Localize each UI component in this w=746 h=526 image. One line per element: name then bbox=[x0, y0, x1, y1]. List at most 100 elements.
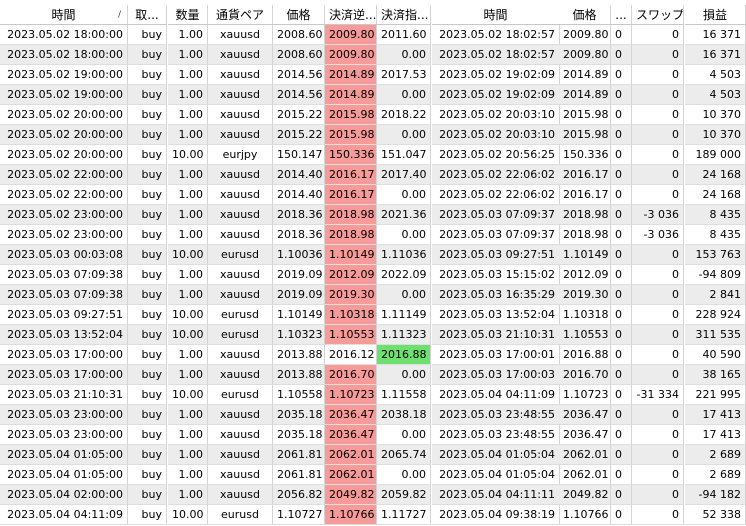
cell-symbol: eurusd bbox=[208, 245, 273, 265]
cell-volume: 1.00 bbox=[168, 185, 208, 205]
cell-volume: 1.00 bbox=[168, 485, 208, 505]
table-row[interactable]: 2023.05.02 20:00:00 buy 10.00 eurjpy 150.147… bbox=[0, 145, 746, 165]
cell-symbol: eurusd bbox=[208, 385, 273, 405]
column-header-tp[interactable]: 決済指... bbox=[377, 5, 431, 25]
cell-close-price: 2049.82 bbox=[559, 485, 611, 505]
table-row[interactable]: 2023.05.03 17:00:00 buy 1.00 xauusd 2013.88 2… bbox=[0, 345, 746, 365]
cell-time: 2023.05.04 02:00:00 bbox=[0, 485, 128, 505]
cell-sl: 2049.82 bbox=[325, 485, 377, 505]
cell-time: 2023.05.02 22:00:00 bbox=[0, 165, 128, 185]
cell-tp: 2038.18 bbox=[377, 405, 431, 425]
cell-close-price: 2014.89 bbox=[559, 85, 611, 105]
cell-sl: 2015.98 bbox=[325, 125, 377, 145]
cell-close-time: 2023.05.03 15:15:02 bbox=[432, 265, 560, 285]
cell-price: 2019.09 bbox=[273, 265, 325, 285]
table-row[interactable]: 2023.05.04 02:00:00 buy 1.00 xauusd 2056.82 2… bbox=[0, 485, 746, 505]
cell-tp: 0.00 bbox=[377, 225, 431, 245]
table-row[interactable]: 2023.05.03 23:00:00 buy 1.00 xauusd 2035.18 2… bbox=[0, 405, 746, 425]
cell-sl: 2009.80 bbox=[325, 25, 377, 45]
cell-tp: 1.11558 bbox=[377, 385, 431, 405]
cell-sl: 2016.70 bbox=[325, 365, 377, 385]
cell-close-time: 2023.05.02 18:02:57 bbox=[432, 25, 560, 45]
cell-type: buy bbox=[128, 305, 167, 325]
cell-close-time: 2023.05.02 20:03:10 bbox=[432, 105, 560, 125]
cell-time: 2023.05.03 23:00:00 bbox=[0, 405, 128, 425]
cell-close-price: 2036.47 bbox=[559, 405, 611, 425]
table-row[interactable]: 2023.05.03 07:09:38 buy 1.00 xauusd 2019.09 2… bbox=[0, 265, 746, 285]
cell-swap: -3 036 bbox=[632, 225, 684, 245]
cell-price: 2015.22 bbox=[273, 125, 325, 145]
table-row[interactable]: 2023.05.02 22:00:00 buy 1.00 xauusd 2014.40 2… bbox=[0, 165, 746, 185]
column-header-sl[interactable]: 決済逆... bbox=[325, 5, 377, 25]
column-header-time[interactable]: 時間 / bbox=[0, 5, 128, 25]
table-row[interactable]: 2023.05.03 13:52:04 buy 10.00 eurusd 1.10323… bbox=[0, 325, 746, 345]
cell-price: 1.10036 bbox=[273, 245, 325, 265]
cell-commission: 0 bbox=[611, 85, 632, 105]
cell-price: 2014.40 bbox=[273, 185, 325, 205]
cell-commission: 0 bbox=[611, 25, 632, 45]
table-row[interactable]: 2023.05.02 18:00:00 buy 1.00 xauusd 2008.60 2… bbox=[0, 25, 746, 45]
table-row[interactable]: 2023.05.02 19:00:00 buy 1.00 xauusd 2014.56 2… bbox=[0, 85, 746, 105]
cell-sl: 2016.17 bbox=[325, 185, 377, 205]
table-row[interactable]: 2023.05.03 17:00:00 buy 1.00 xauusd 2013.88 2… bbox=[0, 365, 746, 385]
cell-symbol: eurjpy bbox=[208, 145, 273, 165]
cell-close-price: 2016.17 bbox=[559, 165, 611, 185]
cell-time: 2023.05.03 23:00:00 bbox=[0, 425, 128, 445]
cell-volume: 10.00 bbox=[168, 245, 208, 265]
cell-profit: 4 503 bbox=[685, 65, 746, 85]
table-row[interactable]: 2023.05.03 07:09:38 buy 1.00 xauusd 2019.09 2… bbox=[0, 285, 746, 305]
cell-tp: 0.00 bbox=[377, 185, 431, 205]
cell-swap: 0 bbox=[632, 65, 684, 85]
cell-swap: 0 bbox=[632, 365, 684, 385]
table-row[interactable]: 2023.05.04 01:05:00 buy 1.00 xauusd 2061.81 2… bbox=[0, 465, 746, 485]
column-header-volume[interactable]: 数量 bbox=[168, 5, 208, 25]
cell-commission: 0 bbox=[611, 445, 632, 465]
column-header-price[interactable]: 価格 bbox=[273, 5, 325, 25]
column-header-profit[interactable]: 損益 bbox=[685, 5, 746, 25]
table-row[interactable]: 2023.05.02 18:00:00 buy 1.00 xauusd 2008.60 2… bbox=[0, 45, 746, 65]
cell-price: 1.10149 bbox=[273, 305, 325, 325]
cell-symbol: xauusd bbox=[208, 365, 273, 385]
column-header-swap[interactable]: スワップ bbox=[632, 5, 684, 25]
table-row[interactable]: 2023.05.04 01:05:00 buy 1.00 xauusd 2061.81 2… bbox=[0, 445, 746, 465]
table-row[interactable]: 2023.05.03 00:03:08 buy 10.00 eurusd 1.10036… bbox=[0, 245, 746, 265]
cell-symbol: xauusd bbox=[208, 165, 273, 185]
column-header-symbol[interactable]: 通貨ペア bbox=[208, 5, 273, 25]
table-row[interactable]: 2023.05.02 20:00:00 buy 1.00 xauusd 2015.22 2… bbox=[0, 105, 746, 125]
cell-profit: 52 338 bbox=[685, 505, 746, 525]
cell-sl: 2012.09 bbox=[325, 265, 377, 285]
cell-tp: 1.11727 bbox=[377, 505, 431, 525]
table-row[interactable]: 2023.05.02 23:00:00 buy 1.00 xauusd 2018.36 2… bbox=[0, 205, 746, 225]
table-row[interactable]: 2023.05.02 23:00:00 buy 1.00 xauusd 2018.36 2… bbox=[0, 225, 746, 245]
column-header-label: 時間 bbox=[51, 8, 76, 22]
table-row[interactable]: 2023.05.02 20:00:00 buy 1.00 xauusd 2015.22 2… bbox=[0, 125, 746, 145]
column-header-type[interactable]: 取... bbox=[128, 5, 167, 25]
cell-type: buy bbox=[128, 145, 167, 165]
cell-symbol: eurusd bbox=[208, 505, 273, 525]
cell-symbol: xauusd bbox=[208, 25, 273, 45]
cell-profit: 2 841 bbox=[685, 285, 746, 305]
cell-commission: 0 bbox=[611, 265, 632, 285]
cell-time: 2023.05.02 19:00:00 bbox=[0, 65, 128, 85]
cell-tp: 0.00 bbox=[377, 125, 431, 145]
cell-commission: 0 bbox=[611, 45, 632, 65]
cell-type: buy bbox=[128, 105, 167, 125]
column-header-close-price[interactable]: 価格 bbox=[559, 5, 611, 25]
cell-tp: 0.00 bbox=[377, 285, 431, 305]
table-row[interactable]: 2023.05.03 23:00:00 buy 1.00 xauusd 2035.18 2… bbox=[0, 425, 746, 445]
table-row[interactable]: 2023.05.04 04:11:09 buy 10.00 eurusd 1.10727… bbox=[0, 505, 746, 525]
cell-close-price: 1.10766 bbox=[559, 505, 611, 525]
column-header-close-time[interactable]: 時間 bbox=[432, 5, 560, 25]
cell-close-price: 2015.98 bbox=[559, 125, 611, 145]
cell-volume: 1.00 bbox=[168, 45, 208, 65]
cell-close-time: 2023.05.02 22:06:02 bbox=[432, 165, 560, 185]
column-header-commission[interactable]: ... bbox=[611, 5, 632, 25]
cell-price: 1.10558 bbox=[273, 385, 325, 405]
table-row[interactable]: 2023.05.03 21:10:31 buy 10.00 eurusd 1.10558… bbox=[0, 385, 746, 405]
table-row[interactable]: 2023.05.03 09:27:51 buy 10.00 eurusd 1.10149… bbox=[0, 305, 746, 325]
table-row[interactable]: 2023.05.02 19:00:00 buy 1.00 xauusd 2014.56 2… bbox=[0, 65, 746, 85]
table-row[interactable]: 2023.05.02 22:00:00 buy 1.00 xauusd 2014.40 2… bbox=[0, 185, 746, 205]
cell-swap: -31 334 bbox=[632, 385, 684, 405]
cell-time: 2023.05.03 21:10:31 bbox=[0, 385, 128, 405]
cell-sl: 1.10553 bbox=[325, 325, 377, 345]
